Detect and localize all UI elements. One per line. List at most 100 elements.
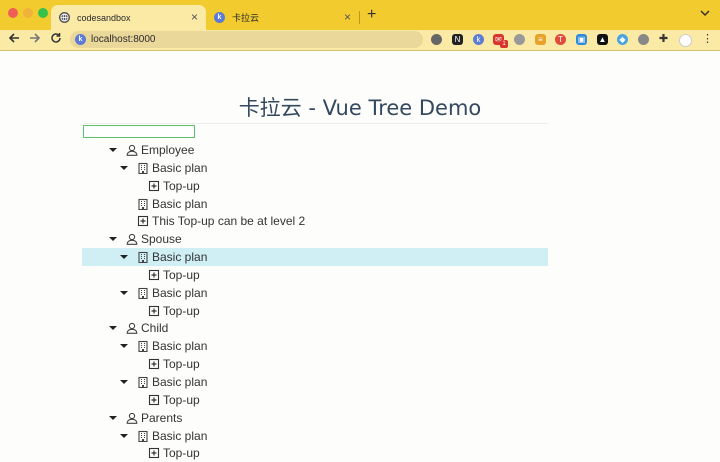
caret-down-icon[interactable]: [120, 290, 128, 295]
tree-node-group[interactable]: Employee: [82, 141, 548, 159]
extension-half-circle-icon[interactable]: [514, 34, 525, 45]
tree-node-label: Basic plan: [152, 285, 208, 300]
extension-n-icon[interactable]: N: [452, 34, 463, 45]
tree-node-plan[interactable]: Basic plan: [82, 427, 548, 445]
tree-node-topup[interactable]: Top-up: [82, 177, 548, 195]
user-icon: [126, 412, 138, 424]
tree-node-label: Top-up: [163, 178, 200, 193]
user-icon: [126, 233, 138, 246]
tree-node-label: Top-up: [163, 392, 200, 407]
window-minimize-button[interactable]: [23, 8, 33, 18]
tab-label: 卡拉云: [232, 13, 260, 23]
building-icon: [137, 198, 149, 210]
caret-down-icon[interactable]: [120, 255, 128, 260]
tree-node-plan[interactable]: Basic plan: [82, 195, 548, 213]
caret-down-icon[interactable]: [109, 326, 117, 331]
building-icon: [137, 376, 149, 389]
window-zoom-button[interactable]: [38, 8, 48, 18]
tree-node-plan[interactable]: Basic plan: [82, 373, 548, 391]
close-tab-icon[interactable]: ×: [191, 11, 198, 23]
tree-node-label: Top-up: [163, 303, 200, 318]
page-title: 卡拉云 - Vue Tree Demo: [238, 96, 482, 120]
extension-list-icon[interactable]: ≡: [535, 34, 546, 45]
extension-shield-icon[interactable]: ◆: [617, 34, 628, 45]
extension-black-icon[interactable]: ▲: [597, 34, 608, 45]
tree-node-label: Basic plan: [152, 250, 208, 265]
tree-node-plan[interactable]: Basic plan: [82, 284, 548, 302]
caret-down-icon[interactable]: [120, 344, 128, 349]
back-arrow-icon[interactable]: [8, 31, 20, 49]
tree-node-plan[interactable]: Basic plan: [82, 159, 548, 177]
forward-arrow-icon[interactable]: [29, 31, 41, 49]
window-close-button[interactable]: [8, 8, 18, 18]
tree-filter-input[interactable]: [83, 125, 195, 138]
caret-down-icon[interactable]: [120, 433, 128, 438]
profile-avatar[interactable]: [679, 34, 692, 47]
plus-square-icon: [148, 180, 160, 192]
tree-node-plan[interactable]: Basic plan: [82, 337, 548, 355]
extension-red-t-icon[interactable]: T: [555, 34, 566, 45]
plus-square-icon: [148, 447, 160, 459]
extension-blue-icon[interactable]: ▣: [576, 34, 587, 45]
kalayun-favicon-icon: k: [75, 34, 86, 45]
plus-square-icon: [148, 269, 160, 281]
extension-gray-icon[interactable]: [431, 34, 442, 45]
address-bar-url: localhost:8000: [91, 34, 156, 45]
plus-square-icon: [148, 394, 160, 406]
plus-square-icon: [137, 215, 149, 227]
caret-down-icon[interactable]: [109, 148, 117, 152]
tab-codesandbox[interactable]: codesandbox ×: [51, 5, 206, 30]
tree-node-label: This Top-up can be at level 2: [152, 214, 306, 229]
reload-icon[interactable]: [50, 31, 62, 49]
tree-node-topup[interactable]: Top-up: [82, 266, 548, 284]
tree-node-group[interactable]: Spouse: [82, 230, 548, 248]
tree-node-topup[interactable]: Top-up: [82, 355, 548, 373]
plus-square-icon: [148, 358, 160, 370]
tree-node-group[interactable]: Child: [82, 319, 548, 337]
tree-node-label: Child: [141, 321, 169, 336]
caret-down-icon[interactable]: [109, 415, 117, 420]
extension-gray-circle-icon[interactable]: [638, 34, 649, 45]
building-icon: [137, 287, 149, 299]
user-icon: [126, 322, 138, 335]
tree-node-label: Parents: [141, 410, 183, 425]
tree-node-label: Basic plan: [152, 428, 208, 443]
tree-node-label: Top-up: [163, 357, 200, 372]
caret-down-icon[interactable]: [109, 237, 117, 242]
tree-node-topup[interactable]: Top-up: [82, 444, 548, 462]
tree-node-label: Top-up: [163, 267, 200, 282]
building-icon: [137, 430, 149, 442]
building-icon: [137, 162, 149, 174]
browser-menu-icon[interactable]: ⋮: [702, 34, 713, 45]
caret-down-icon[interactable]: [120, 379, 128, 384]
tab-search-chevron-icon[interactable]: [700, 8, 710, 20]
kalayun-favicon-icon: k: [214, 12, 225, 23]
caret-down-icon[interactable]: [120, 165, 128, 170]
tab-kalayun[interactable]: k 卡拉云 ×: [206, 5, 359, 30]
browser-toolbar: k localhost:8000 N k ✉ 1 ≡ T ▣ ▲ ◆ ✚ ⋮: [0, 30, 720, 51]
tree-node-topup[interactable]: Top-up: [82, 302, 548, 320]
tree-node-label: Spouse: [141, 232, 182, 247]
title-divider: [84, 123, 548, 124]
user-icon: [126, 144, 138, 156]
tree-node-label: Employee: [141, 143, 195, 157]
tree-node-label: Basic plan: [152, 196, 208, 211]
tree-view: Employee Basic plan Top-up Basic plan This T…: [82, 141, 548, 462]
building-icon: [137, 251, 149, 264]
tab-label: codesandbox: [77, 12, 131, 23]
tree-node-label: Basic plan: [152, 160, 208, 175]
tree-node-topup[interactable]: This Top-up can be at level 2: [82, 212, 548, 230]
address-bar[interactable]: k localhost:8000: [70, 31, 423, 48]
mail-count-badge: 1: [500, 40, 508, 48]
browser-tab-bar: codesandbox × k 卡拉云 × +: [0, 0, 720, 30]
tree-node-topup[interactable]: Top-up: [82, 391, 548, 409]
plus-square-icon: [148, 305, 160, 317]
extension-k-icon[interactable]: k: [473, 34, 484, 45]
tree-node-group[interactable]: Parents: [82, 409, 548, 427]
tree-node-label: Top-up: [163, 446, 200, 461]
new-tab-button[interactable]: +: [367, 6, 376, 24]
extensions-puzzle-icon[interactable]: ✚: [658, 34, 669, 45]
close-tab-icon[interactable]: ×: [344, 11, 351, 23]
tree-node-plan[interactable]: Basic plan: [82, 248, 548, 266]
building-icon: [137, 340, 149, 353]
